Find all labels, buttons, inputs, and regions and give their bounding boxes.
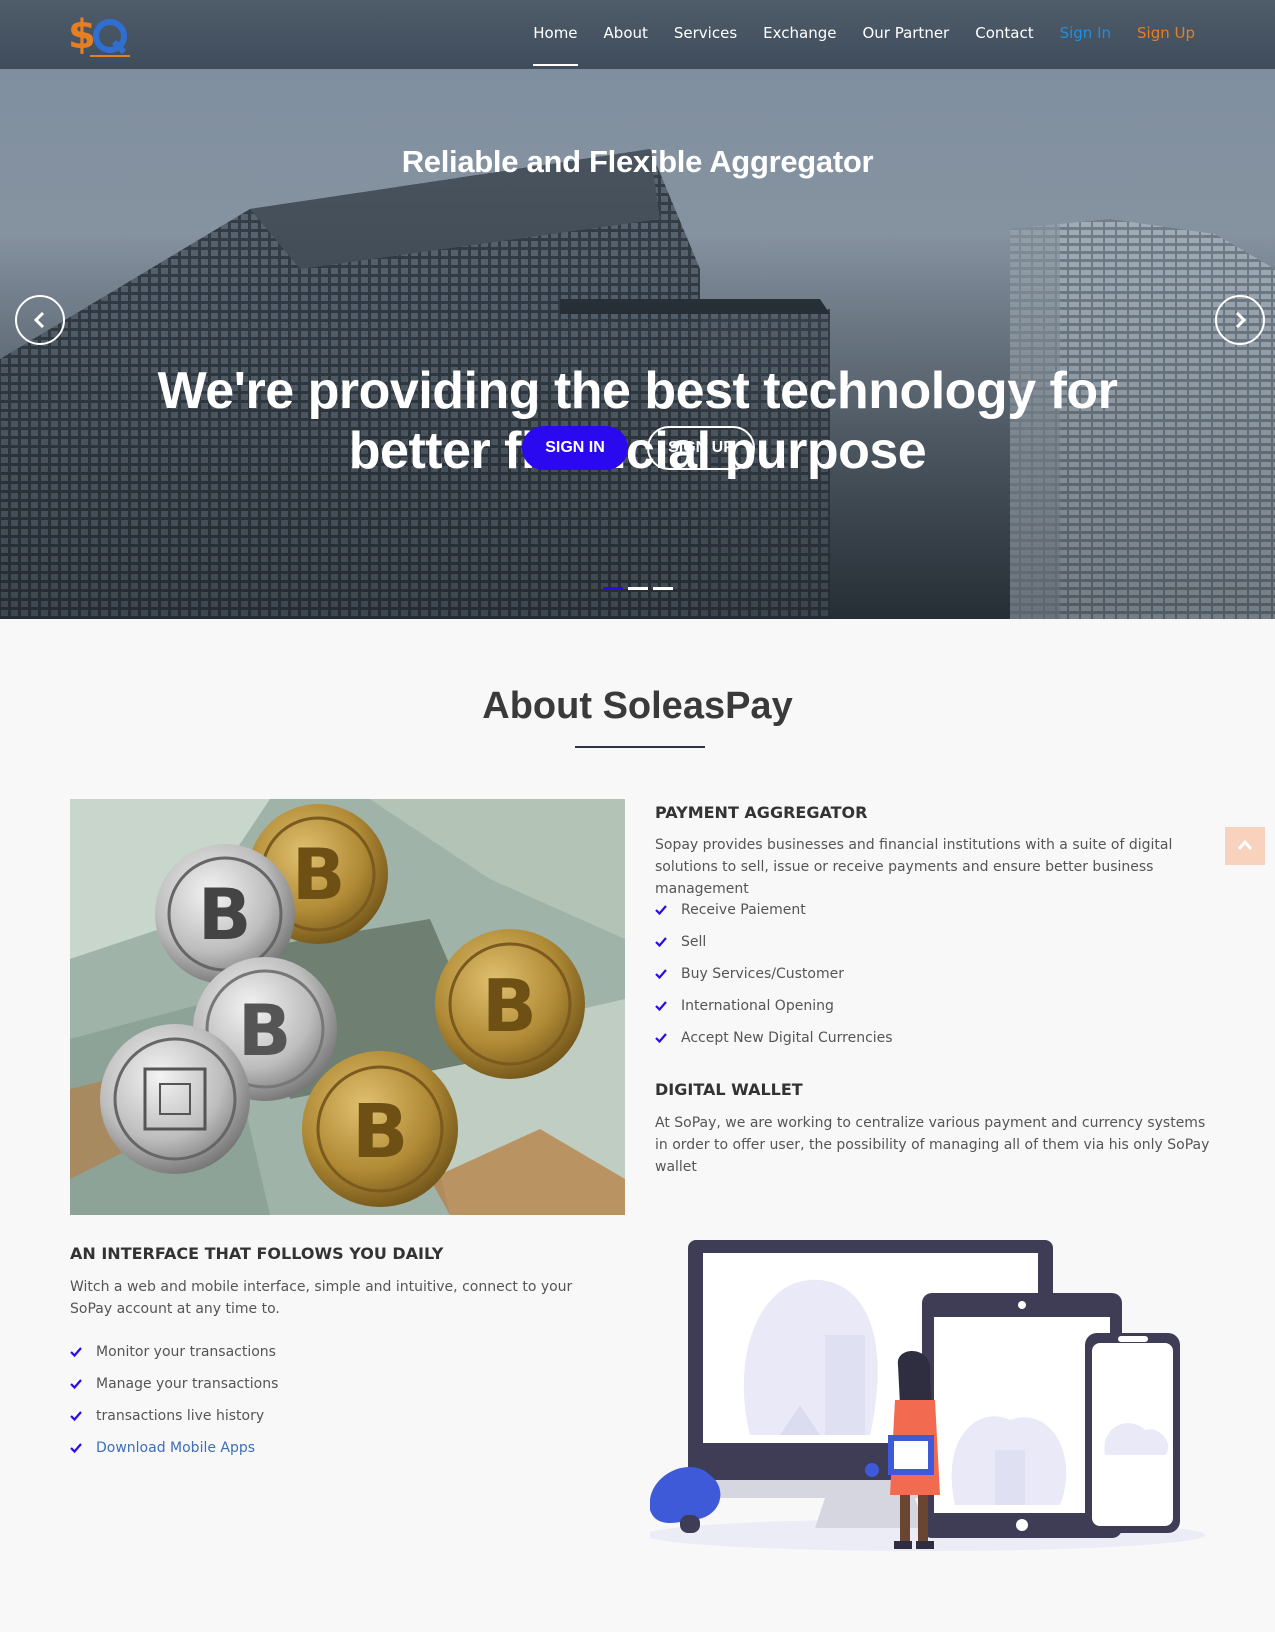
download-mobile-apps-link[interactable]: Download Mobile Apps [70, 1438, 278, 1470]
hero-headline: We're providing the best technology for … [157, 362, 1118, 480]
check-icon [655, 1001, 667, 1012]
payment-features-list: Receive Paiement Sell Buy Services/Custo… [655, 900, 893, 1060]
hero-title: Reliable and Flexible Aggregator [401, 144, 874, 179]
list-item: Accept New Digital Currencies [655, 1028, 893, 1060]
nav-exchange[interactable]: Exchange [763, 0, 836, 69]
multi-device-illustration [645, 1235, 1215, 1560]
site-header: $ Home About Services Exchange Our Partn… [0, 0, 1275, 69]
digital-wallet-text: At SoPay, we are working to centralize v… [655, 1115, 1210, 1175]
check-icon [655, 905, 667, 916]
nav-about[interactable]: About [604, 0, 648, 69]
bitcoin-cash-image: B B B B B [70, 799, 625, 1215]
svg-text:$: $ [68, 12, 96, 58]
about-section-title: About SoleasPay [482, 685, 793, 727]
scroll-to-top-button[interactable] [1225, 827, 1265, 865]
nav-our-partner[interactable]: Our Partner [862, 0, 949, 69]
interface-text: Witch a web and mobile interface, simple… [70, 1279, 573, 1317]
chevron-left-icon [33, 311, 45, 329]
chevron-up-icon [1237, 839, 1253, 850]
svg-text:B: B [198, 874, 251, 956]
carousel-indicator-2[interactable] [628, 587, 648, 590]
hero-sign-up-button[interactable]: SIGN UP [647, 426, 755, 470]
carousel-indicator-3[interactable] [653, 587, 673, 590]
list-item: Receive Paiement [655, 900, 893, 932]
digital-wallet-heading: DIGITAL WALLET [655, 1080, 803, 1099]
chevron-right-icon [1235, 311, 1247, 329]
nav-sign-in[interactable]: Sign In [1060, 0, 1111, 69]
list-item: Buy Services/Customer [655, 964, 893, 996]
svg-text:B: B [292, 834, 345, 916]
check-icon [655, 969, 667, 980]
hero-sign-in-button[interactable]: SIGN IN [522, 426, 628, 470]
list-item: Monitor your transactions [70, 1342, 278, 1374]
list-item: Sell [655, 932, 893, 964]
check-icon [655, 937, 667, 948]
svg-text:B: B [238, 990, 291, 1072]
sopay-logo[interactable]: $ [68, 12, 134, 60]
nav-home[interactable]: Home [533, 0, 578, 69]
nav-contact[interactable]: Contact [975, 0, 1033, 69]
check-icon [70, 1347, 82, 1358]
hero-carousel: Reliable and Flexible Aggregator We're p… [0, 69, 1275, 619]
list-item: Manage your transactions [70, 1374, 278, 1406]
nav-services[interactable]: Services [674, 0, 737, 69]
main-nav: Home About Services Exchange Our Partner… [507, 0, 1195, 69]
svg-text:B: B [482, 964, 537, 1048]
list-item: International Opening [655, 996, 893, 1028]
check-icon [70, 1443, 82, 1454]
check-icon [70, 1411, 82, 1422]
nav-sign-up[interactable]: Sign Up [1137, 0, 1195, 69]
list-item: transactions live history [70, 1406, 278, 1438]
carousel-indicators [603, 587, 678, 590]
title-underline [575, 746, 705, 748]
carousel-indicator-1[interactable] [603, 587, 623, 590]
interface-heading: AN INTERFACE THAT FOLLOWS YOU DAILY [70, 1244, 444, 1263]
check-icon [655, 1033, 667, 1044]
payment-aggregator-text: Sopay provides businesses and financial … [655, 837, 1173, 897]
check-icon [70, 1379, 82, 1390]
carousel-next-button[interactable] [1215, 295, 1265, 345]
payment-aggregator-heading: PAYMENT AGGREGATOR [655, 803, 868, 822]
interface-features-list: Monitor your transactions Manage your tr… [70, 1342, 278, 1470]
carousel-prev-button[interactable] [15, 295, 65, 345]
svg-text:B: B [352, 1089, 408, 1175]
